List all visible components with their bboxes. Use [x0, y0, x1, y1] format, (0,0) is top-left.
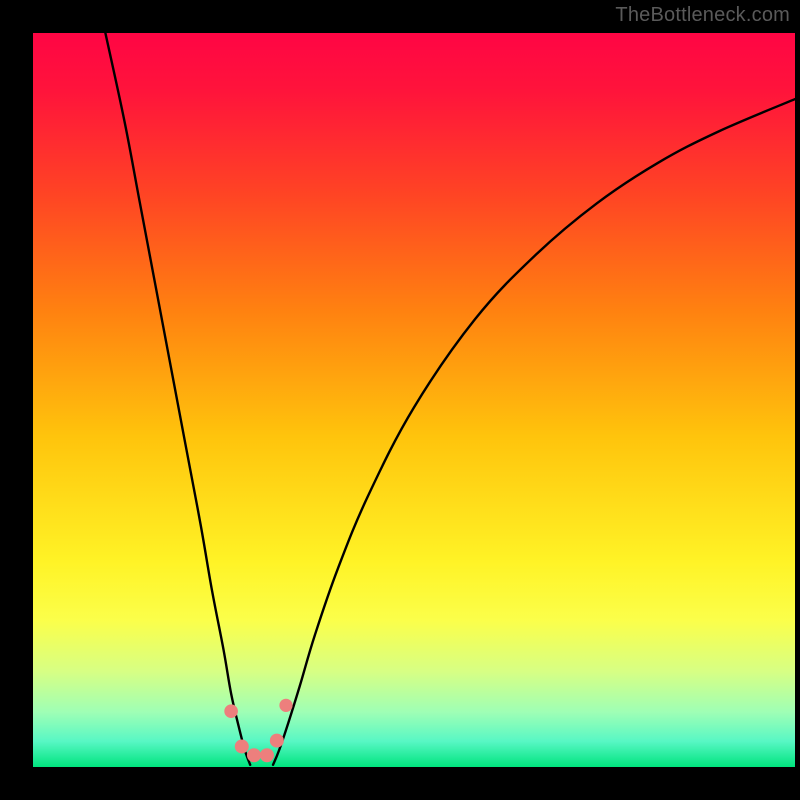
watermark-label: TheBottleneck.com [615, 4, 790, 27]
chart-frame: TheBottleneck.com [0, 0, 800, 800]
gradient-background [33, 33, 795, 767]
valley-dot [270, 734, 284, 748]
valley-dot [279, 699, 292, 712]
valley-dot [224, 704, 238, 718]
plot-svg [33, 33, 795, 767]
valley-dot [247, 748, 261, 762]
valley-dot [260, 748, 274, 762]
bottleneck-gradient-plot [33, 33, 795, 767]
valley-dot [235, 739, 249, 753]
